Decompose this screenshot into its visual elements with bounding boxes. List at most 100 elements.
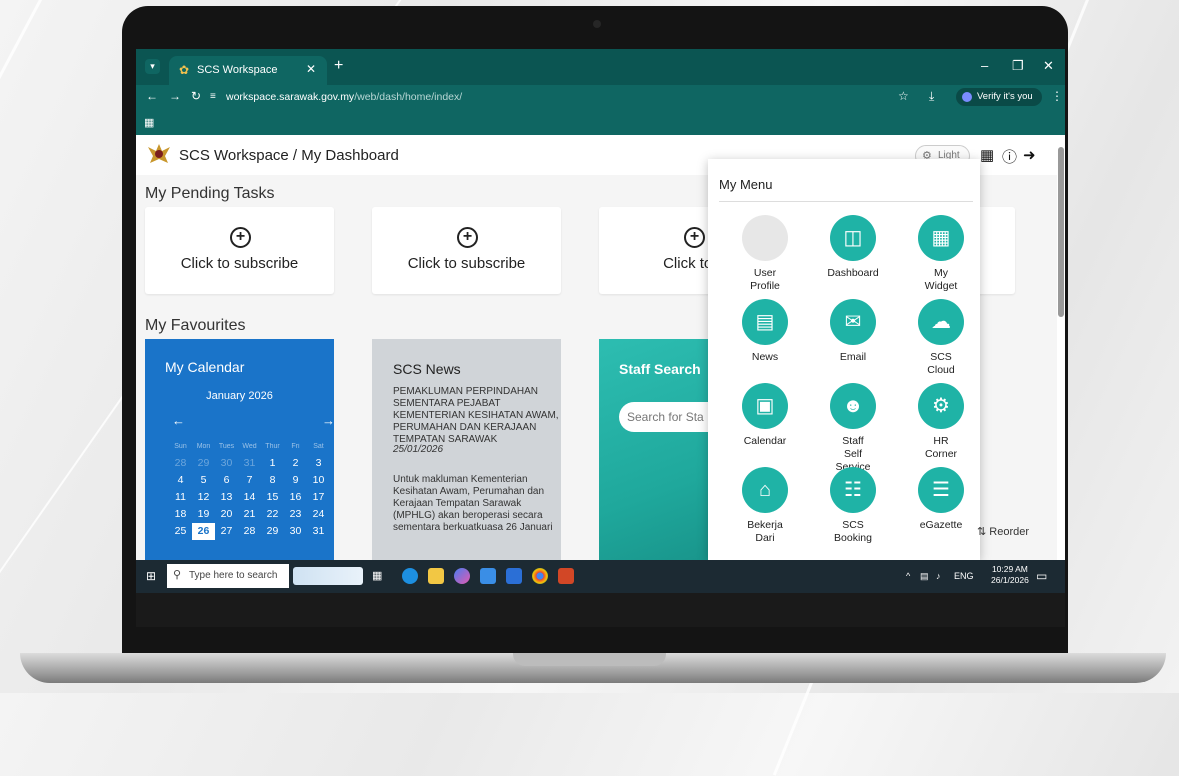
subscribe-card[interactable]: + Click to subscribe: [372, 207, 561, 294]
menu-item[interactable]: ☷ SCS Booking: [813, 467, 893, 557]
calendar-day[interactable]: 20: [215, 506, 238, 523]
day-of-week-label: Mon: [196, 443, 211, 450]
menu-item[interactable]: ▤ News: [725, 299, 805, 389]
calendar-day[interactable]: 10: [307, 472, 330, 489]
powerpoint-icon[interactable]: [558, 568, 574, 584]
menu-item[interactable]: User Profile: [725, 215, 805, 305]
close-window-icon[interactable]: ✕: [1043, 58, 1054, 74]
notification-icon[interactable]: ▭: [1036, 569, 1047, 583]
back-arrow-icon[interactable]: ←: [146, 89, 158, 103]
bookmark-star-icon[interactable]: ☆: [898, 89, 909, 103]
volume-icon[interactable]: ♪: [936, 571, 941, 581]
browser-menu-icon[interactable]: ⋮: [1051, 89, 1063, 103]
url-host: workspace.sarawak.gov.my: [226, 91, 355, 103]
menu-item[interactable]: ✉ Email: [813, 299, 893, 389]
calendar-day[interactable]: 2: [284, 455, 307, 472]
verify-profile-button[interactable]: Verify it's you: [956, 88, 1042, 106]
url-path: /web/dash/home/index/: [354, 91, 463, 103]
calendar-day[interactable]: 29: [192, 455, 215, 472]
calendar-day[interactable]: 18: [169, 506, 192, 523]
news-headline[interactable]: PEMAKLUMAN PERPINDAHAN SEMENTARA PEJABAT…: [393, 386, 561, 446]
edge-browser-icon[interactable]: [402, 568, 418, 584]
subscribe-card[interactable]: + Click to subscribe: [145, 207, 334, 294]
menu-item[interactable]: ▣ Calendar: [725, 383, 805, 473]
minimize-icon[interactable]: –: [981, 58, 988, 73]
tray-overflow-icon[interactable]: ^: [906, 571, 910, 581]
url-field[interactable]: workspace.sarawak.gov.my/web/dash/home/i…: [226, 91, 462, 103]
site-info-icon[interactable]: ≡: [210, 91, 216, 102]
next-month-arrow-icon[interactable]: →: [322, 413, 334, 428]
calendar-day[interactable]: 14: [238, 489, 261, 506]
calendar-day[interactable]: 8: [261, 472, 284, 489]
scrollbar-thumb[interactable]: [1058, 147, 1064, 317]
windows-start-icon[interactable]: ⊞: [146, 569, 156, 583]
store-icon[interactable]: [480, 568, 496, 584]
restore-icon[interactable]: ❐: [1012, 58, 1024, 74]
menu-item[interactable]: ◫ Dashboard: [813, 215, 893, 305]
reorder-button[interactable]: ⇅ Reorder: [977, 525, 1029, 538]
calendar-day[interactable]: 21: [238, 506, 261, 523]
calendar-day[interactable]: 16: [284, 489, 307, 506]
calendar-day[interactable]: 3: [307, 455, 330, 472]
tab-list-button[interactable]: ▾: [145, 59, 160, 74]
mail-app-icon[interactable]: [506, 568, 522, 584]
calendar-day[interactable]: 31: [307, 523, 330, 540]
calendar-day[interactable]: 19: [192, 506, 215, 523]
calendar-day[interactable]: 28: [169, 455, 192, 472]
network-icon[interactable]: ▤: [920, 571, 929, 582]
apps-grid-icon[interactable]: ▦: [144, 116, 154, 129]
calendar-day[interactable]: 6: [215, 472, 238, 489]
calendar-day[interactable]: 31: [238, 455, 261, 472]
favourites-heading: My Favourites: [145, 317, 246, 334]
download-icon[interactable]: ⤓: [929, 89, 934, 104]
pending-tasks-heading: My Pending Tasks: [145, 185, 275, 202]
language-indicator[interactable]: ENG: [954, 571, 974, 581]
calendar-day[interactable]: 27: [215, 523, 238, 540]
staff-search-placeholder: Search for Sta: [627, 410, 704, 424]
menu-item[interactable]: ▦ My Widget: [901, 215, 980, 305]
chrome-browser-icon[interactable]: [532, 568, 548, 584]
taskbar-search-highlight-image[interactable]: [293, 567, 363, 585]
calendar-day[interactable]: 13: [215, 489, 238, 506]
calendar-day[interactable]: 15: [261, 489, 284, 506]
calendar-day[interactable]: 4: [169, 472, 192, 489]
calendar-day[interactable]: 23: [284, 506, 307, 523]
menu-item[interactable]: ☁ SCS Cloud: [901, 299, 980, 389]
logout-icon[interactable]: ➜: [1023, 146, 1036, 164]
calendar-day[interactable]: 30: [215, 455, 238, 472]
calendar-day[interactable]: 11: [169, 489, 192, 506]
page-scrollbar[interactable]: [1057, 135, 1065, 560]
menu-item[interactable]: ☻Staff Self Service: [813, 383, 893, 473]
taskbar-clock[interactable]: 10:29 AM 26/1/2026: [991, 564, 1029, 586]
calendar-day[interactable]: 29: [261, 523, 284, 540]
calendar-day-today[interactable]: 26: [192, 523, 215, 540]
calendar-day[interactable]: 1: [261, 455, 284, 472]
calendar-day[interactable]: 30: [284, 523, 307, 540]
calendar-day[interactable]: 28: [238, 523, 261, 540]
task-view-icon[interactable]: ▦: [372, 569, 382, 582]
taskbar-search-box[interactable]: ⚲ Type here to search: [167, 564, 289, 588]
reload-icon[interactable]: ↻: [191, 89, 201, 103]
calendar-day[interactable]: 24: [307, 506, 330, 523]
calendar-day[interactable]: 7: [238, 472, 261, 489]
calendar-day[interactable]: 9: [284, 472, 307, 489]
tab-close-icon[interactable]: ✕: [306, 62, 316, 76]
menu-item-label: eGazette: [919, 519, 963, 531]
copilot-icon[interactable]: [454, 568, 470, 584]
prev-month-arrow-icon[interactable]: ←: [172, 413, 185, 428]
forward-arrow-icon[interactable]: →: [169, 89, 181, 103]
menu-item[interactable]: ⚙ HR Corner: [901, 383, 980, 473]
subscribe-label: Click to subscribe: [180, 255, 299, 272]
calendar-day[interactable]: 22: [261, 506, 284, 523]
menu-item[interactable]: ⌂ Bekerja Dari: [725, 467, 805, 557]
menu-item[interactable]: ☰ eGazette: [901, 467, 980, 557]
new-tab-button[interactable]: +: [334, 57, 343, 75]
file-explorer-icon[interactable]: [428, 568, 444, 584]
calendar-day[interactable]: 17: [307, 489, 330, 506]
calendar-day[interactable]: 5: [192, 472, 215, 489]
info-icon[interactable]: ⓘ: [1002, 146, 1017, 167]
menu-grid-icon[interactable]: ▦: [980, 146, 994, 164]
browser-tab[interactable]: ✿ SCS Workspace ✕: [169, 56, 327, 85]
calendar-day[interactable]: 12: [192, 489, 215, 506]
calendar-day[interactable]: 25: [169, 523, 192, 540]
